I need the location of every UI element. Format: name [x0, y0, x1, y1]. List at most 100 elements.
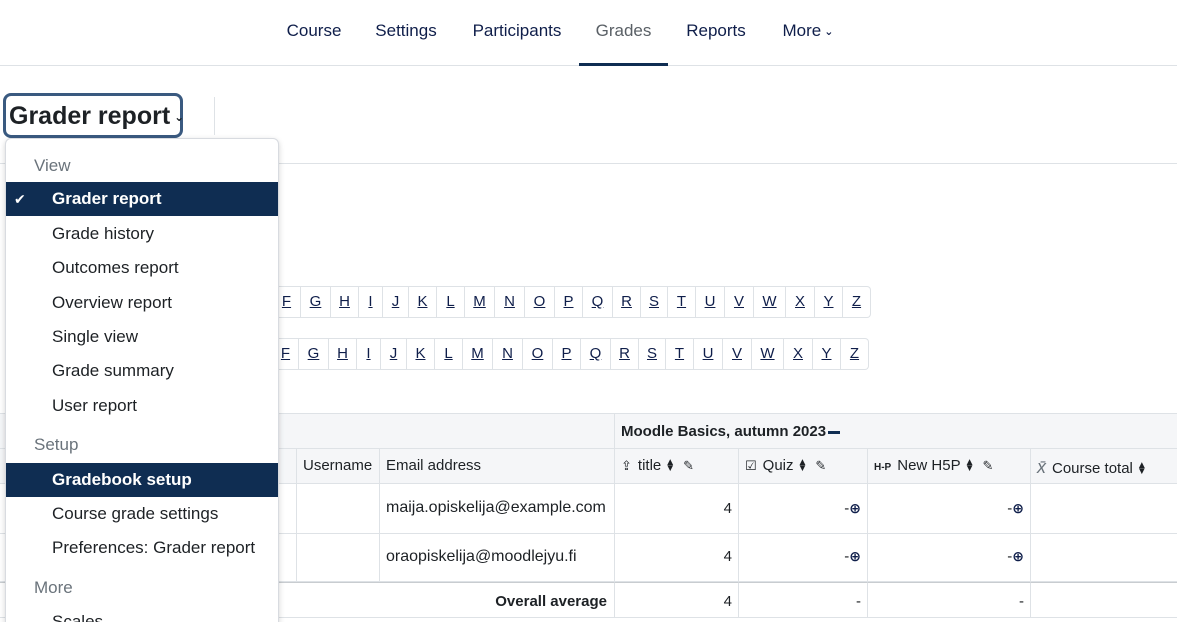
initial-link[interactable]: N — [492, 339, 522, 369]
zoom-in-icon[interactable]: ⊕ — [1012, 500, 1024, 516]
header-course-total[interactable]: x̄ Course total ▲ ▼ — [1031, 449, 1177, 484]
initial-link[interactable]: P — [554, 287, 582, 317]
initial-link[interactable]: Q — [582, 287, 612, 317]
quiz-icon: ☑ — [745, 458, 757, 473]
menu-heading-view: View — [34, 156, 71, 175]
report-dropdown-menu: View ✔ Grader report Grade history Outcom… — [5, 138, 279, 622]
initial-link[interactable]: J — [382, 287, 408, 317]
initial-link[interactable]: Q — [580, 339, 610, 369]
menu-item-grade-history[interactable]: Grade history — [6, 217, 278, 251]
header-h5p-label: New H5P — [897, 457, 961, 474]
grade-cell[interactable]: -⊕ — [868, 484, 1031, 534]
grade-cell[interactable]: 4 — [615, 534, 739, 582]
menu-item-gradebook-setup[interactable]: Gradebook setup — [6, 463, 278, 497]
initial-link[interactable]: O — [522, 339, 552, 369]
menu-item-outcomes-report[interactable]: Outcomes report — [6, 251, 278, 285]
menu-item-preferences-grader-report[interactable]: Preferences: Grader report — [6, 531, 278, 565]
initial-link[interactable]: J — [380, 339, 406, 369]
tab-settings[interactable]: Settings — [366, 0, 446, 66]
tab-grades[interactable]: Grades — [579, 0, 668, 66]
header-email[interactable]: Email address — [380, 449, 615, 484]
initial-link[interactable]: R — [610, 339, 638, 369]
zoom-in-icon[interactable]: ⊕ — [849, 548, 861, 564]
sort-icon[interactable]: ▲ ▼ — [965, 458, 975, 474]
initial-link[interactable]: S — [638, 339, 665, 369]
zoom-in-icon[interactable]: ⊕ — [849, 500, 861, 516]
initial-link[interactable]: G — [300, 287, 330, 317]
initial-link[interactable]: N — [494, 287, 524, 317]
initial-link[interactable]: T — [667, 287, 695, 317]
zoom-in-icon[interactable]: ⊕ — [1012, 548, 1024, 564]
average-cell — [1031, 582, 1177, 618]
edit-pencil-icon[interactable]: ✎ — [983, 458, 994, 473]
menu-heading-more: More — [34, 578, 73, 597]
header-username[interactable]: Username — [297, 449, 380, 484]
initial-link[interactable]: Z — [840, 339, 868, 369]
tab-reports[interactable]: Reports — [676, 0, 756, 66]
edit-pencil-icon[interactable]: ✎ — [815, 458, 826, 473]
tab-more-label: More — [782, 21, 822, 40]
menu-item-single-view[interactable]: Single view — [6, 320, 278, 354]
username-cell — [297, 484, 380, 534]
initial-link[interactable]: H — [328, 339, 356, 369]
initial-link[interactable]: W — [753, 287, 785, 317]
initial-link[interactable]: U — [695, 287, 724, 317]
header-title-label: title — [637, 457, 662, 474]
initial-link[interactable]: V — [722, 339, 751, 369]
average-cell: - — [739, 582, 868, 618]
menu-item-overview-report[interactable]: Overview report — [6, 286, 278, 320]
menu-item-scales[interactable]: Scales — [6, 605, 278, 622]
header-email-label: Email address — [386, 457, 482, 474]
initial-link[interactable]: L — [436, 287, 464, 317]
initial-link[interactable]: T — [665, 339, 693, 369]
initial-link[interactable]: I — [356, 339, 380, 369]
tab-more[interactable]: More ⌄ — [770, 0, 846, 66]
tab-course[interactable]: Course — [278, 0, 350, 66]
initial-link[interactable]: M — [464, 287, 494, 317]
collapse-category-icon[interactable] — [828, 430, 841, 434]
grade-cell[interactable]: 4 — [615, 484, 739, 534]
report-selector[interactable]: Grader report ⌄ — [3, 93, 184, 138]
email-cell: maija.opiskelija@example.com — [380, 484, 615, 534]
initial-link[interactable]: K — [408, 287, 436, 317]
initial-link[interactable]: S — [640, 287, 667, 317]
initial-link[interactable]: R — [612, 287, 640, 317]
menu-item-user-report[interactable]: User report — [6, 389, 278, 423]
menu-item-grader-report[interactable]: ✔ Grader report — [6, 182, 278, 216]
total-cell — [1031, 534, 1177, 582]
tab-participants[interactable]: Participants — [462, 0, 572, 66]
header-title[interactable]: ⇪ title ▲ ▼ ✎ — [615, 449, 739, 484]
category-header: Moodle Basics, autumn 2023 — [614, 413, 1177, 449]
menu-item-grade-summary[interactable]: Grade summary — [6, 354, 278, 388]
initial-link[interactable]: G — [298, 339, 328, 369]
initial-link[interactable]: O — [524, 287, 554, 317]
initial-link[interactable]: X — [785, 287, 814, 317]
initial-link[interactable]: W — [751, 339, 783, 369]
header-h5p[interactable]: H-P New H5P ▲ ▼ ✎ — [868, 449, 1031, 484]
header-username-label: Username — [303, 457, 373, 474]
initial-link[interactable]: I — [358, 287, 382, 317]
initial-link[interactable]: M — [462, 339, 492, 369]
menu-item-course-grade-settings[interactable]: Course grade settings — [6, 497, 278, 531]
initial-link[interactable]: Y — [814, 287, 842, 317]
sort-icon[interactable]: ▲ ▼ — [1137, 461, 1147, 477]
edit-pencil-icon[interactable]: ✎ — [683, 458, 694, 473]
grade-cell[interactable]: -⊕ — [739, 534, 868, 582]
assignment-icon: ⇪ — [621, 458, 632, 473]
sort-icon[interactable]: ▲ ▼ — [798, 458, 808, 474]
first-name-initials-bar: F G H I J K L M N O P Q R S T U V W X Y … — [272, 286, 871, 318]
initial-link[interactable]: X — [783, 339, 812, 369]
secondary-navigation: Course Settings Participants Grades Repo… — [0, 0, 1177, 66]
initial-link[interactable]: Y — [812, 339, 840, 369]
initial-link[interactable]: P — [552, 339, 580, 369]
grade-cell[interactable]: -⊕ — [739, 484, 868, 534]
grade-cell[interactable]: -⊕ — [868, 534, 1031, 582]
header-quiz[interactable]: ☑ Quiz ▲ ▼ ✎ — [739, 449, 868, 484]
initial-link[interactable]: H — [330, 287, 358, 317]
initial-link[interactable]: K — [406, 339, 434, 369]
sort-icon[interactable]: ▲ ▼ — [665, 458, 675, 474]
initial-link[interactable]: U — [693, 339, 722, 369]
initial-link[interactable]: Z — [842, 287, 870, 317]
initial-link[interactable]: V — [724, 287, 753, 317]
initial-link[interactable]: L — [434, 339, 462, 369]
